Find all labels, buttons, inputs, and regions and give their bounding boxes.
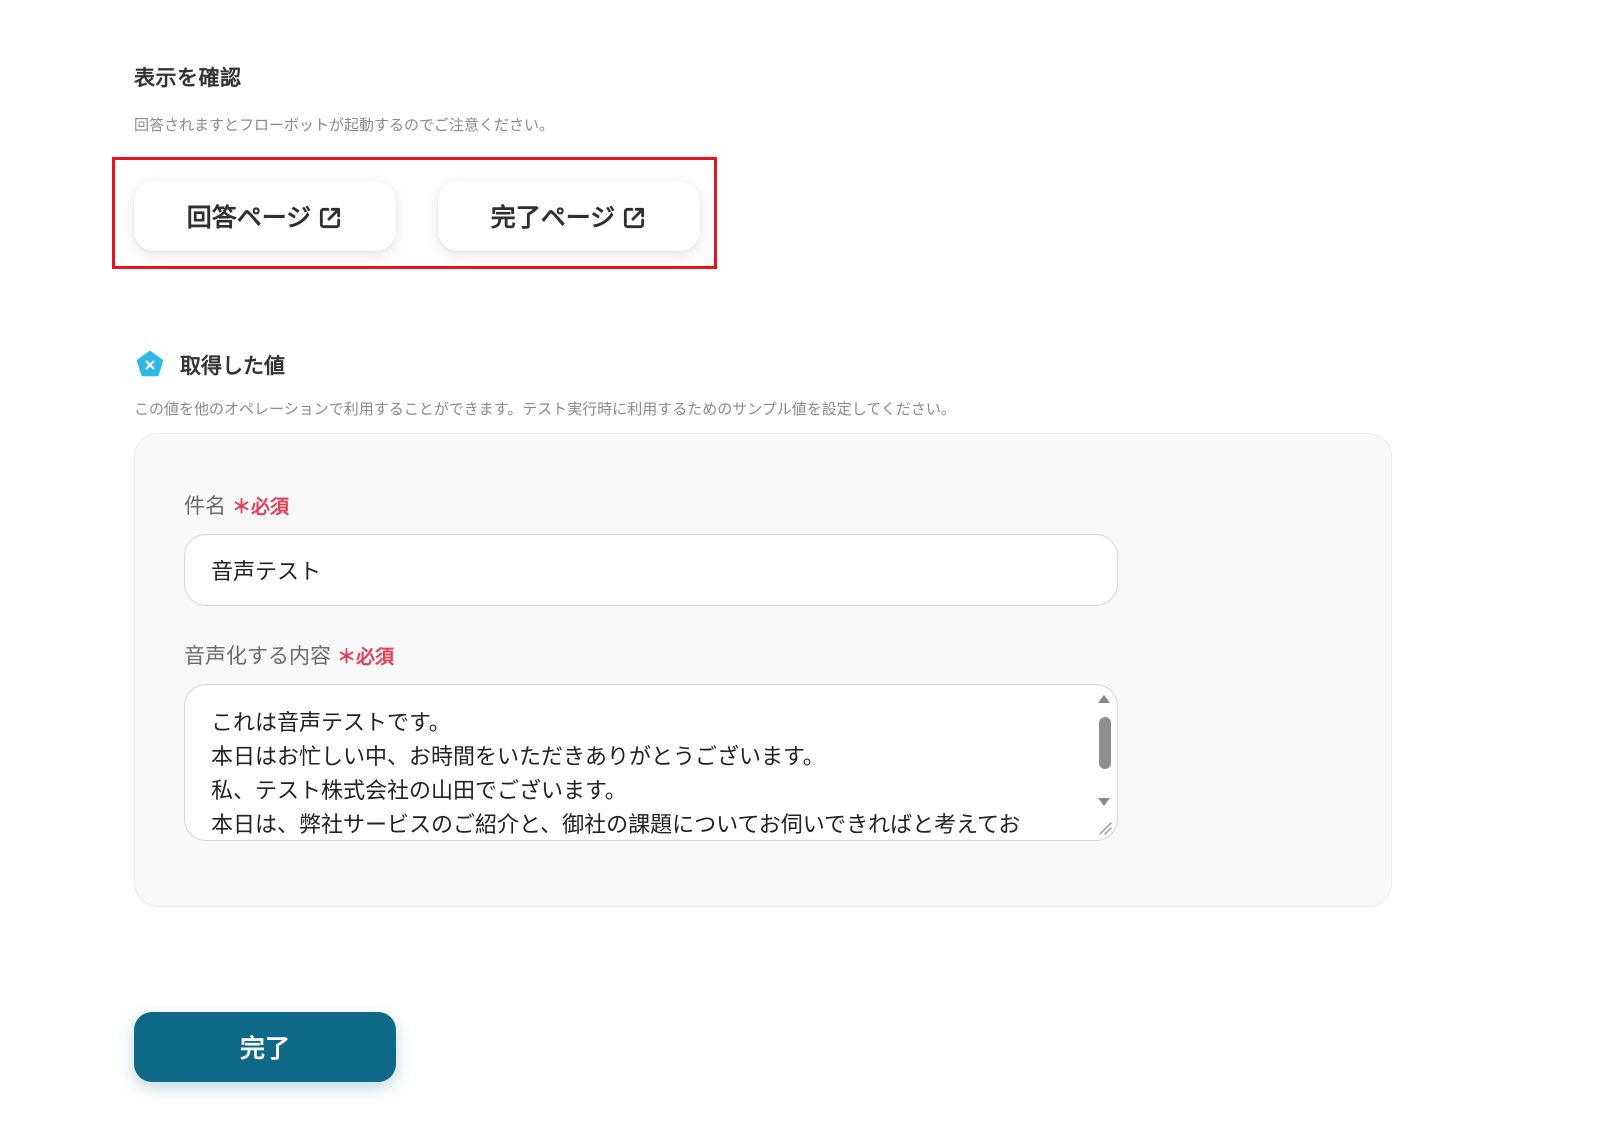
required-mark: ＊ xyxy=(337,645,357,668)
pentagon-x-icon xyxy=(136,350,164,377)
scroll-down-arrow-icon[interactable] xyxy=(1098,798,1110,806)
done-button[interactable]: 完了 xyxy=(134,1012,396,1082)
content-line: これは音声テストです。 xyxy=(211,711,451,736)
scroll-thumb[interactable] xyxy=(1099,717,1111,769)
content-textarea[interactable]: これは音声テストです。 本日はお忙しい中、お時間をいただきありがとうございます。… xyxy=(184,684,1118,841)
required-mark: ＊ xyxy=(232,495,252,518)
subject-input[interactable]: 音声テスト xyxy=(184,534,1118,606)
scroll-up-arrow-icon[interactable] xyxy=(1098,695,1110,703)
subject-label: 件名 ＊必須 xyxy=(184,490,289,520)
content-label: 音声化する内容 ＊必須 xyxy=(184,640,394,670)
content-label-text: 音声化する内容 xyxy=(184,644,331,668)
content-line: 本日はお忙しい中、お時間をいただきありがとうございます。 xyxy=(211,745,825,770)
external-link-icon xyxy=(320,207,341,228)
subject-input-value: 音声テスト xyxy=(211,560,322,585)
complete-page-label: 完了ページ xyxy=(490,203,616,232)
values-description: この値を他のオペレーションで利用することができます。テスト実行時に利用するための… xyxy=(134,400,956,418)
external-link-icon xyxy=(624,207,645,228)
subject-label-text: 件名 xyxy=(184,494,226,518)
resize-handle-icon[interactable] xyxy=(1094,817,1114,837)
textarea-scrollbar[interactable] xyxy=(1093,689,1115,837)
content-text: これは音声テストです。 本日はお忙しい中、お時間をいただきありがとうございます。… xyxy=(211,707,1091,840)
display-check-description: 回答されますとフローボットが起動するのでご注意ください。 xyxy=(134,116,555,134)
required-badge: 必須 xyxy=(251,495,290,518)
answer-page-button[interactable]: 回答ページ xyxy=(134,181,396,251)
display-check-title: 表示を確認 xyxy=(134,66,242,90)
content-line: 私、テスト株式会社の山田でございます。 xyxy=(211,779,627,804)
content-line: 本日は、弊社サービスのご紹介と、御社の課題についてお伺いできればと考えてお xyxy=(211,813,1021,838)
values-title: 取得した値 xyxy=(180,354,285,378)
required-badge: 必須 xyxy=(356,645,395,668)
complete-page-button[interactable]: 完了ページ xyxy=(438,181,700,251)
done-button-label: 完了 xyxy=(239,1034,290,1063)
answer-page-label: 回答ページ xyxy=(186,203,312,232)
